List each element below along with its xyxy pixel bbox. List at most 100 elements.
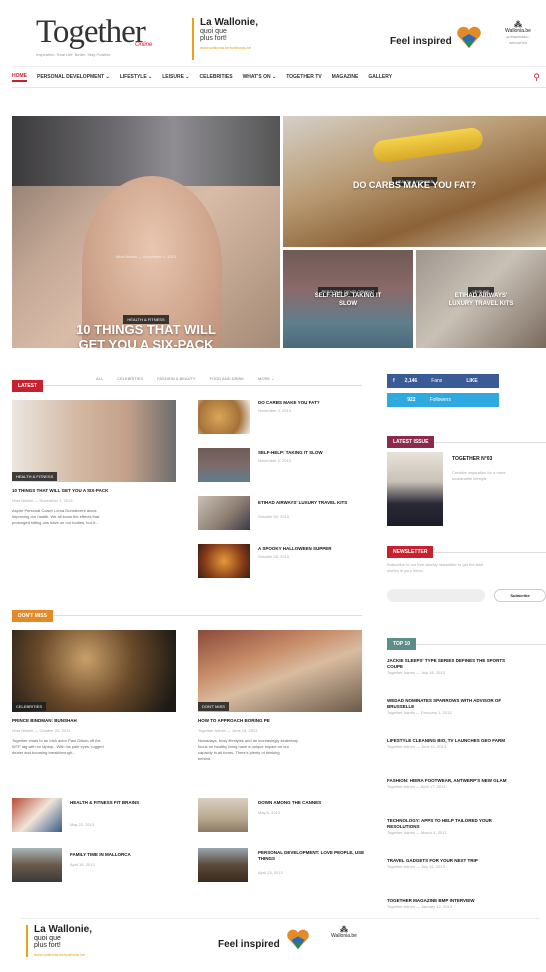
filter-fashion-beauty[interactable]: Fashion & Beauty (157, 376, 195, 381)
dont-miss-item3-thumb[interactable] (198, 798, 248, 832)
dont-miss-feature1-tag[interactable]: Celebrities (12, 702, 47, 711)
nav-gallery[interactable]: Gallery (368, 74, 392, 80)
dont-miss-item4-title[interactable]: Personal Development: Love People, Use T… (258, 850, 366, 862)
filter-all[interactable]: All (96, 376, 103, 381)
excerpt-line: dealer and booming breakthrough... (12, 750, 76, 755)
subscribe-button[interactable]: Subscribe (494, 589, 546, 602)
footer-ad-line1: La Wallonie, (34, 924, 92, 935)
dont-miss-feature2-meta: Together Admin — June 18, 2013 (198, 728, 258, 733)
footer-ad-line2: quoi que (34, 935, 61, 942)
dont-miss-feature2-tag[interactable]: Don't Miss (198, 702, 229, 711)
wallonia-logo[interactable]: ⁂ Wallonia.be ENTREPRISES • INNOVATION (498, 21, 538, 46)
latest-label: Latest (12, 380, 44, 392)
dont-miss-feature1-title[interactable]: Prince Bindman: Bunshah (12, 718, 77, 724)
latest-feature-tag[interactable]: Health & Fitness (12, 472, 58, 481)
desc-line: stories in your inbox. (387, 568, 424, 573)
latest-feature-title[interactable]: 10 Things That Will Get You A Six-Pack (12, 488, 180, 494)
search-icon[interactable]: ⚲ (533, 72, 540, 83)
site-logo[interactable]: Together (36, 14, 146, 51)
hero-main-article[interactable]: Health & Fitness 10 Things That Will Get… (12, 116, 280, 348)
dont-miss-item1-meta: May 22, 2013 (70, 822, 95, 827)
top10-item[interactable]: Technology: Apps To Help Tailored Your R… (387, 818, 546, 858)
filter-food-drink[interactable]: Food and Drink (210, 376, 244, 381)
top10-label: Top 10 (387, 638, 417, 650)
latest-item-4-thumb[interactable] (198, 544, 250, 578)
dont-miss-item3-title[interactable]: Down Among The Cannes (258, 800, 321, 806)
nav-magazine[interactable]: Magazine (332, 74, 359, 80)
nav-lifestyle[interactable]: Lifestyle ⌄ (120, 74, 153, 80)
dont-miss-item4-thumb[interactable] (198, 848, 248, 882)
top10-item[interactable]: Fashion: Hiera Footwear, Antwerp's New G… (387, 778, 546, 818)
hero-r2-title-line2[interactable]: Slow (283, 300, 413, 308)
latest-item-3-title[interactable]: Etihad Airways' Luxury Travel Kits (258, 500, 368, 506)
top10-item[interactable]: Jackie Sleeps' Type Series Defines The S… (387, 658, 546, 698)
hero-r2-title-line1[interactable]: Self-Help: Taking It (283, 292, 413, 300)
hero-r1-title[interactable]: Do Carbs Make You Fat? (283, 180, 546, 190)
hero-article-etihad[interactable]: Leisure Etihad Airways' Luxury Travel Ki… (416, 250, 546, 348)
latest-item-2-title[interactable]: Self-Help: Taking It Slow (258, 450, 323, 456)
latest-issue-label: Latest Issue (387, 436, 435, 448)
footer-ad-text: La Wallonie, quoi que plus fort! www.wal… (26, 925, 186, 957)
footer-wallonia-logo[interactable]: ⁂ Wallonia.be (324, 926, 364, 940)
hero-main-title-line2[interactable]: Get You A Six-Pack (12, 337, 280, 348)
top10-item[interactable]: Lifestyle Cleaning Bio, TV Launches Geo … (387, 738, 546, 778)
top10-list: Jackie Sleeps' Type Series Defines The S… (387, 658, 546, 928)
facebook-widget[interactable]: f 2,146 Fans LIKE (387, 374, 499, 388)
dont-miss-item2-title[interactable]: Family Time In Mallorca (70, 852, 131, 858)
hero-article-carbs[interactable]: Health & Fitness Do Carbs Make You Fat? (283, 116, 546, 247)
filter-more[interactable]: More ⌄ (258, 376, 274, 381)
latest-item-3-thumb[interactable] (198, 496, 250, 530)
top10-meta: Together Admin — February 1, 2013 (387, 710, 452, 715)
dont-miss-feature2-title[interactable]: How To Approach Boring Pe (198, 718, 270, 724)
facebook-icon: f (393, 378, 395, 384)
dont-miss-feature1-meta: Nina Nissim — October 22, 2013 (12, 728, 71, 733)
nav-whats-on[interactable]: What's On ⌄ (243, 74, 277, 80)
latest-item-1-thumb[interactable] (198, 400, 250, 434)
nav-together-tv[interactable]: Together TV (286, 74, 321, 80)
dont-miss-item4-meta: April 23, 2013 (258, 870, 283, 875)
latest-item-2-thumb[interactable] (198, 448, 250, 482)
dont-miss-feature2-image[interactable] (198, 630, 362, 712)
header-ad-banner[interactable]: La Wallonie, quoi que plus fort! www.wal… (192, 18, 342, 60)
latest-item-2-meta: November 2, 2013 (258, 458, 291, 463)
dont-miss-item2-thumb[interactable] (12, 848, 62, 882)
filter-celebrities[interactable]: Celebrities (117, 376, 143, 381)
dont-miss-item1-title[interactable]: Health & Fitness Fit Brains (70, 800, 170, 806)
nav-home[interactable]: Home (12, 73, 27, 82)
latest-issue-desc: Creative inspiration for a more sustaina… (452, 470, 506, 482)
dont-miss-header: Don't Miss (12, 604, 362, 622)
top10-meta: Together Admin — April 17, 2013 (387, 784, 446, 789)
latest-issue-title[interactable]: Together N°03 (452, 456, 492, 462)
feel-inspired-text: Feel inspired (390, 36, 452, 47)
hero-r3-title-line2[interactable]: Luxury Travel Kits (416, 300, 546, 308)
logo-tagline: Inspiration. Real Life. Better. Stay Pos… (36, 52, 112, 57)
newsletter-email-input[interactable] (387, 589, 485, 602)
dont-miss-label: Don't Miss (12, 610, 53, 622)
footer-ad-banner[interactable]: La Wallonie, quoi que plus fort! www.wal… (20, 918, 540, 968)
hero-article-self-help[interactable]: Personal Development Self-Help: Taking I… (283, 250, 413, 348)
twitter-widget[interactable]: 🐦 922 Followers (387, 393, 499, 407)
twitter-icon: 🐦 (393, 397, 400, 403)
latest-item-4-title[interactable]: A Spooky Halloween Supper (258, 546, 332, 552)
latest-item-1-title[interactable]: Do Carbs Make You Fat? (258, 400, 320, 406)
latest-item-4-meta: October 28, 2013 (258, 554, 289, 559)
nav-personal-development[interactable]: Personal Development ⌄ (37, 74, 110, 80)
top10-item[interactable]: Wedad Nominates Sparrows With Advisor Of… (387, 698, 546, 738)
hero-main-title-line1[interactable]: 10 Things That Will (12, 322, 280, 337)
dont-miss-feature1-image[interactable] (12, 630, 176, 712)
nav-celebrities[interactable]: Celebrities (200, 74, 233, 80)
top10-meta: Together Admin — March 4, 2013 (387, 830, 447, 835)
facebook-like-button[interactable]: LIKE (466, 378, 477, 384)
latest-feature-image[interactable] (12, 400, 176, 482)
excerpt-line: behind. (198, 756, 212, 761)
nav-leisure[interactable]: Leisure ⌄ (162, 74, 189, 80)
top10-item[interactable]: Travel Gadgets For Your Next Trip Togeth… (387, 858, 546, 898)
footer-ad-line3: plus fort! (34, 942, 61, 949)
magazine-cover-image[interactable] (387, 452, 443, 526)
dont-miss-item1-thumb[interactable] (12, 798, 62, 832)
newsletter-header: Newsletter (387, 540, 546, 558)
footer-ad-url: www.wallonia.be/wallonia-be (34, 952, 85, 957)
top10-meta: Together Admin — June 11, 2013 (387, 744, 447, 749)
hero-r3-title-line1[interactable]: Etihad Airways' (416, 292, 546, 300)
dont-miss-item2-meta: April 18, 2013 (70, 862, 95, 867)
